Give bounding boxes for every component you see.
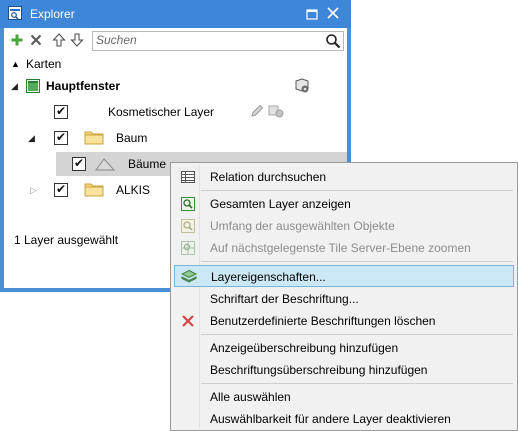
collapse-arrow-icon[interactable]: ▲ [11,59,20,69]
tree-group-row[interactable]: ◢ ✔ Baum [4,126,347,150]
menu-item-label: Anzeigeüberschreibung hinzufügen [210,341,399,355]
maps-section-header[interactable]: ▲ Karten [4,56,347,72]
edit-icon[interactable] [250,104,264,118]
window-title: Explorer [30,7,75,21]
context-menu: Relation durchsuchen Gesamten Layer anze… [170,162,518,431]
menu-item-label: Gesamten Layer anzeigen [210,197,351,211]
check-icon: ✔ [56,104,67,118]
region-layer-icon [95,158,116,171]
menu-item-add-display-override[interactable]: Anzeigeüberschreibung hinzufügen [174,338,514,358]
search-icon[interactable] [325,33,341,49]
layers-icon [181,269,197,283]
section-label: Karten [26,57,62,71]
search-input[interactable] [96,33,316,47]
layer-label: Baum [116,131,148,145]
layer-visibility-checkbox[interactable]: ✔ [54,104,68,119]
tree-layer-row[interactable]: ✔ Kosmetischer Layer [4,100,347,124]
map-label: Hauptfenster [46,79,121,93]
menu-separator [201,383,513,384]
layer-label: Bäume [128,157,167,171]
check-icon: ✔ [56,182,67,196]
status-text: 1 Layer ausgewählt [14,233,119,247]
close-icon[interactable] [326,6,340,20]
menu-separator [201,334,513,335]
layer-label: ALKIS [116,183,151,197]
menu-item-label: Relation durchsuchen [210,170,327,184]
collapsed-arrow-icon[interactable]: ▷ [30,185,37,196]
menu-item-delete-custom-labels[interactable]: Benutzerdefinierte Beschriftungen lösche… [174,311,514,331]
tile-zoom-icon [181,241,195,255]
remove-icon[interactable] [29,33,43,47]
expand-arrow-icon[interactable]: ◢ [28,133,35,144]
menu-separator [201,190,513,191]
menu-item-label: Umfang der ausgewählten Objekte [210,219,395,233]
zoom-selection-icon [181,219,195,233]
map-properties-icon[interactable] [294,78,310,94]
menu-item-zoom-tile-server-level: Auf nächstgelegenste Tile Server-Ebene z… [174,238,514,258]
menu-item-label-font[interactable]: Schriftart der Beschriftung... [174,289,514,309]
explorer-app-icon [8,6,22,20]
folder-icon [84,183,104,197]
menu-item-label: Beschriftungsüberschreibung hinzufügen [210,363,428,377]
menu-item-extent-selected-objects: Umfang der ausgewählten Objekte [174,216,514,236]
menu-item-layer-properties[interactable]: Layereigenschaften... [174,265,514,287]
layer-visibility-checkbox[interactable]: ✔ [72,156,86,171]
add-icon[interactable] [10,33,24,47]
layer-visibility-checkbox[interactable]: ✔ [54,130,68,145]
toolbar [4,28,347,54]
menu-item-view-entire-layer[interactable]: Gesamten Layer anzeigen [174,194,514,214]
layer-visibility-checkbox[interactable]: ✔ [54,182,68,197]
title-bar[interactable]: Explorer [0,0,351,28]
menu-item-disable-selectability-others[interactable]: Auswählbarkeit für andere Layer deaktivi… [174,409,514,429]
expand-arrow-icon[interactable]: ◢ [11,81,18,92]
restore-icon[interactable] [306,8,318,20]
search-box[interactable] [92,31,344,51]
menu-item-label: Auf nächstgelegenste Tile Server-Ebene z… [210,241,471,255]
menu-separator [201,261,513,262]
tree-map-row[interactable]: ◢ Hauptfenster [4,74,347,98]
menu-item-select-all[interactable]: Alle auswählen [174,387,514,407]
move-down-icon[interactable] [70,33,84,47]
menu-item-label: Schriftart der Beschriftung... [210,292,359,306]
menu-item-label: Layereigenschaften... [211,270,326,284]
check-icon: ✔ [56,130,67,144]
move-up-icon[interactable] [52,33,66,47]
menu-item-browse-relation[interactable]: Relation durchsuchen [174,167,514,187]
delete-icon [182,315,194,327]
zoom-layer-icon [181,197,195,211]
style-icon[interactable] [268,104,284,118]
menu-item-add-label-override[interactable]: Beschriftungsüberschreibung hinzufügen [174,360,514,380]
menu-item-label: Auswählbarkeit für andere Layer deaktivi… [210,412,451,426]
menu-item-label: Alle auswählen [210,390,291,404]
map-icon [26,79,40,93]
folder-icon [84,131,104,145]
table-icon [181,171,195,183]
menu-item-label: Benutzerdefinierte Beschriftungen lösche… [210,314,436,328]
layer-label: Kosmetischer Layer [108,105,215,119]
check-icon: ✔ [74,156,85,170]
